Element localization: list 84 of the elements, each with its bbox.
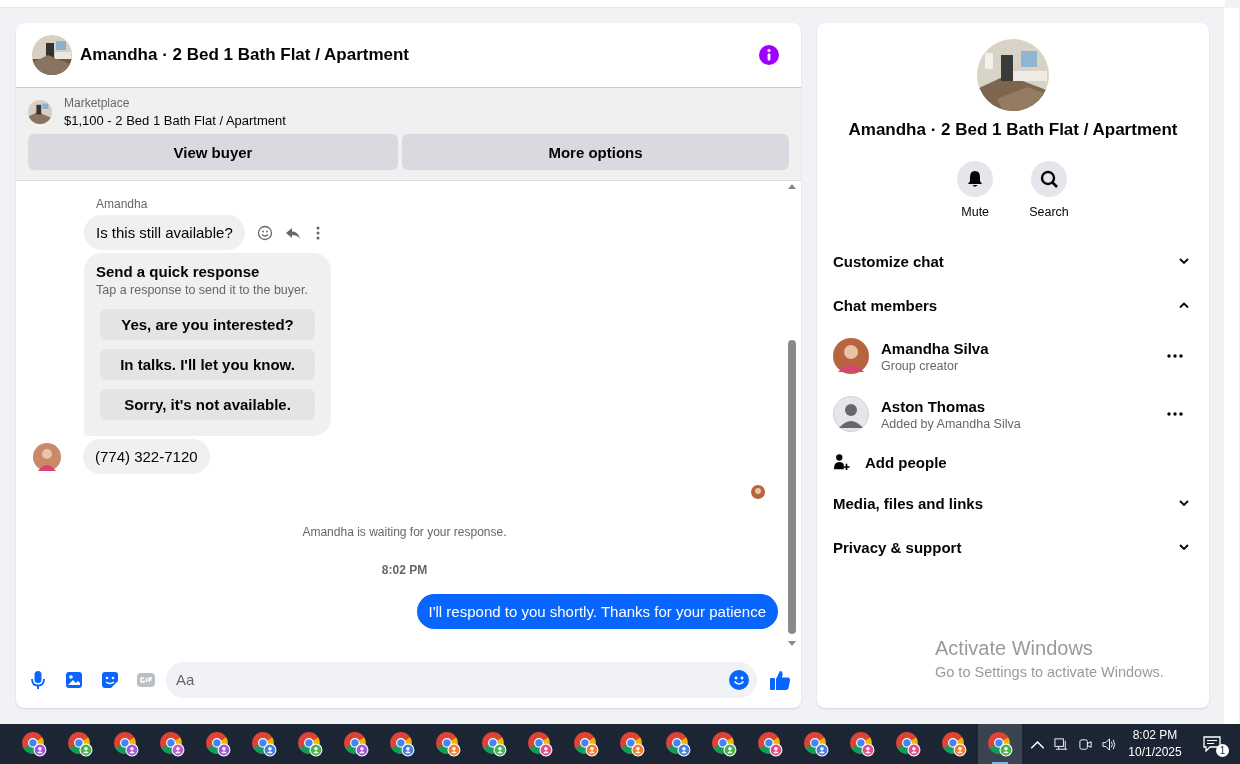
browser-icon (757, 731, 783, 757)
browser-icon (619, 731, 645, 757)
browser-icon (895, 731, 921, 757)
notifications-icon[interactable] (1203, 736, 1221, 752)
quick-response-title: Send a quick response (96, 263, 261, 280)
browser-icon (159, 731, 185, 757)
chevron-down-icon (1179, 258, 1189, 264)
quick-response-button[interactable]: Sorry, it's not available. (100, 389, 315, 420)
member-role: Group creator (881, 358, 960, 373)
action-label: Search (1029, 205, 1069, 219)
browser-icon (711, 731, 737, 757)
browser-icon (481, 731, 507, 757)
add-person-icon (833, 453, 851, 471)
clock-time[interactable]: 8:02 PM (1132, 727, 1178, 744)
conversation-title: Amandha · 2 Bed 1 Bath Flat / Apartment (80, 45, 411, 65)
browser-icon (849, 731, 875, 757)
browser-icon (987, 731, 1013, 757)
browser-icon (573, 731, 599, 757)
clock-date[interactable]: 10/1/2025 (1128, 744, 1182, 761)
browser-icon (803, 731, 829, 757)
section-header[interactable]: Media, files and links (833, 481, 1193, 525)
section-header[interactable]: Privacy & support (833, 525, 1193, 569)
sticker-icon[interactable] (100, 669, 120, 690)
status-notice: Amandha is waiting for your response. (302, 525, 507, 539)
volume-icon[interactable] (1102, 736, 1117, 752)
search-button[interactable] (1031, 161, 1067, 197)
browser-icon (251, 731, 277, 757)
section-header[interactable]: Customize chat (833, 239, 1193, 283)
thumbs-up-icon[interactable] (769, 668, 791, 691)
emoji-icon[interactable] (729, 669, 749, 690)
browser-icon (389, 731, 415, 757)
search-icon (1039, 169, 1059, 189)
sender-name: Amandha (96, 197, 149, 211)
chevron-down-icon (1179, 544, 1189, 550)
message-field[interactable]: Aa (166, 661, 757, 698)
message-bubble: Is this still available? (84, 215, 245, 250)
conversation-title: Amandha · 2 Bed 1 Bath Flat / Apartment (848, 120, 1178, 140)
browser-icon (527, 731, 553, 757)
listing-source: Marketplace (64, 96, 131, 110)
info-icon[interactable] (759, 45, 779, 65)
chevron-up-icon (1179, 302, 1189, 308)
section-header[interactable]: Chat members (833, 283, 1193, 327)
more-icon[interactable] (1167, 354, 1183, 358)
action-label: Mute (961, 205, 990, 219)
listing-button[interactable]: More options (402, 134, 789, 170)
scroll-down-icon[interactable] (787, 641, 797, 647)
listing-button[interactable]: View buyer (28, 134, 398, 170)
avatar (833, 396, 869, 432)
network-icon[interactable] (1054, 736, 1069, 752)
browser-icon (67, 731, 93, 757)
quick-response-button[interactable]: In talks. I'll let you know. (100, 349, 315, 380)
quick-response-hint: Tap a response to send it to the buyer. (96, 283, 309, 297)
activation-text: Go to Settings to activate Windows. (935, 664, 1164, 680)
browser-icon (665, 731, 691, 757)
browser-icon (941, 731, 967, 757)
scroll-up-icon[interactable] (787, 183, 797, 189)
browser-icon (297, 731, 323, 757)
avatar (833, 338, 869, 374)
member-role: Added by Amandha Silva (881, 416, 1022, 431)
browser-icon (113, 731, 139, 757)
message-bubble: I'll respond to you shortly. Thanks for your patience (416, 594, 778, 629)
member-name: Amandha Silva (881, 339, 990, 357)
quick-response-button[interactable]: Yes, are you interested? (100, 309, 315, 340)
browser-taskbar-button[interactable] (978, 724, 1022, 764)
camera-icon[interactable] (1078, 736, 1093, 752)
notification-count: 1 (1216, 744, 1229, 757)
more-icon[interactable] (1167, 412, 1183, 416)
member-name: Aston Thomas (881, 397, 987, 415)
microphone-icon[interactable] (28, 669, 48, 690)
activation-title: Activate Windows (935, 637, 1094, 660)
seen-avatar (751, 485, 765, 499)
timestamp: 8:02 PM (381, 563, 428, 577)
browser-icon (21, 731, 47, 757)
emoji-icon[interactable] (256, 224, 273, 241)
browser-icon (205, 731, 231, 757)
chevron-down-icon (1179, 500, 1189, 506)
add-people-button[interactable]: Add people (833, 443, 1193, 481)
image-icon[interactable] (64, 669, 84, 690)
message-bubble: (774) 322-7120 (83, 439, 210, 474)
listing-title: $1,100 - 2 Bed 1 Bath Flat / Apartment (64, 113, 286, 128)
browser-icon (435, 731, 461, 757)
mute-button[interactable] (957, 161, 994, 197)
browser-icon (343, 731, 369, 757)
scrollbar-thumb[interactable] (788, 340, 796, 634)
